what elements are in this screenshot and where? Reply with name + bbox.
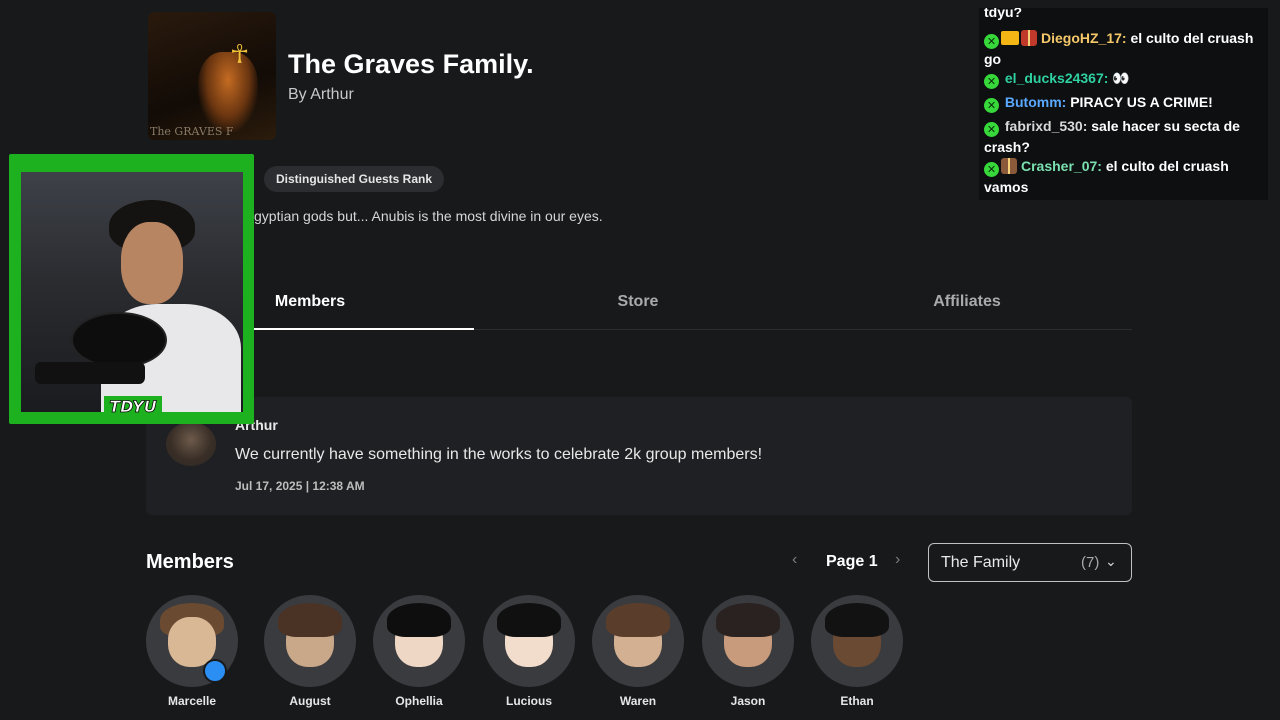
- xbox-badge-icon: ✕: [984, 74, 999, 89]
- chat-message: ✕ DiegoHZ_17: el culto del cruash go: [984, 28, 1264, 69]
- shout-timestamp: Jul 17, 2025 | 12:38 AM: [235, 479, 365, 493]
- chat-text: PIRACY US A CRIME!: [1070, 94, 1213, 110]
- chevron-right-icon[interactable]: ›: [895, 551, 900, 569]
- member-name[interactable]: Marcelle: [137, 694, 247, 708]
- xbox-badge-icon: ✕: [984, 122, 999, 137]
- avatar[interactable]: [373, 595, 465, 687]
- role-dropdown[interactable]: The Family (7) ⌄: [928, 543, 1132, 582]
- chat-username: Butomm:: [1004, 94, 1067, 110]
- role-dropdown-value: The Family: [941, 554, 1021, 571]
- member-card[interactable]: August: [255, 595, 365, 708]
- member-card[interactable]: Lucious: [474, 595, 584, 708]
- tab-affiliates[interactable]: Affiliates: [802, 280, 1132, 330]
- group-thumbnail: ☥ The GRAVES F: [148, 12, 276, 140]
- chat-message: ✕ fabrixd_530: sale hacer su secta de cr…: [984, 116, 1264, 157]
- member-card[interactable]: Ethan: [802, 595, 912, 708]
- member-card[interactable]: Marcelle: [137, 595, 247, 708]
- thumbnail-caption: The GRAVES F: [150, 125, 234, 138]
- group-shout: Arthur We currently have something in th…: [146, 397, 1132, 515]
- webcam-overlay: TDYU: [9, 154, 254, 424]
- xbox-badge-icon: ✕: [984, 34, 999, 49]
- chat-text: tdyu?: [984, 8, 1023, 20]
- member-name[interactable]: Waren: [583, 694, 693, 708]
- member-card[interactable]: Ophellia: [364, 595, 474, 708]
- group-description: gyptian gods but... Anubis is the most d…: [254, 208, 603, 224]
- member-card[interactable]: Waren: [583, 595, 693, 708]
- member-name[interactable]: Ethan: [802, 694, 912, 708]
- chat-username: el_ducks24367:: [1004, 70, 1109, 86]
- shout-message: We currently have something in the works…: [235, 446, 763, 463]
- member-name[interactable]: August: [255, 694, 365, 708]
- xbox-badge-icon: ✕: [984, 162, 999, 177]
- chevron-down-icon: ⌄: [1105, 553, 1117, 569]
- gift-badge-icon: [1021, 30, 1037, 46]
- rank-badge: Distinguished Guests Rank: [264, 166, 445, 192]
- group-title: The Graves Family.: [288, 49, 534, 79]
- member-name[interactable]: Ophellia: [364, 694, 474, 708]
- user-badge-icon: [203, 659, 227, 683]
- avatar[interactable]: [702, 595, 794, 687]
- ankh-icon: ☥: [230, 40, 250, 70]
- chat-username: DiegoHZ_17:: [1041, 30, 1127, 46]
- chat-message: tdyu?: [984, 8, 1264, 22]
- avatar[interactable]: [811, 595, 903, 687]
- page-indicator: Page 1: [826, 553, 878, 570]
- tab-store[interactable]: Store: [474, 280, 802, 330]
- streamer-tag: TDYU: [104, 396, 162, 418]
- member-card[interactable]: Jason: [693, 595, 803, 708]
- members-heading: Members: [146, 551, 234, 573]
- chat-message: ✕ el_ducks24367: 👀: [984, 68, 1264, 89]
- microphone-icon: [71, 312, 167, 368]
- chat-text: 👀: [1112, 71, 1130, 87]
- xbox-badge-icon: ✕: [984, 98, 999, 113]
- avatar[interactable]: [166, 422, 216, 466]
- role-member-count: (7): [1081, 554, 1100, 571]
- group-owner-link[interactable]: By Arthur: [288, 86, 354, 104]
- chat-message: ✕ Crasher_07: el culto del cruash vamos: [984, 156, 1264, 197]
- chat-overlay: tdyu? ✕ DiegoHZ_17: el culto del cruash g…: [979, 8, 1268, 200]
- webcam-feed: [21, 172, 243, 412]
- chevron-left-icon[interactable]: ‹: [792, 551, 797, 569]
- chat-username: Crasher_07:: [1021, 158, 1102, 174]
- group-tabs: Members Store Affiliates: [146, 280, 1132, 330]
- avatar[interactable]: [483, 595, 575, 687]
- gift-badge-icon: [1001, 158, 1017, 174]
- member-name[interactable]: Jason: [693, 694, 803, 708]
- avatar[interactable]: [592, 595, 684, 687]
- member-name[interactable]: Lucious: [474, 694, 584, 708]
- avatar[interactable]: [264, 595, 356, 687]
- chat-username: fabrixd_530:: [1004, 118, 1088, 134]
- crown-badge-icon: [1001, 31, 1019, 45]
- chat-message: ✕ Butomm: PIRACY US A CRIME!: [984, 92, 1264, 113]
